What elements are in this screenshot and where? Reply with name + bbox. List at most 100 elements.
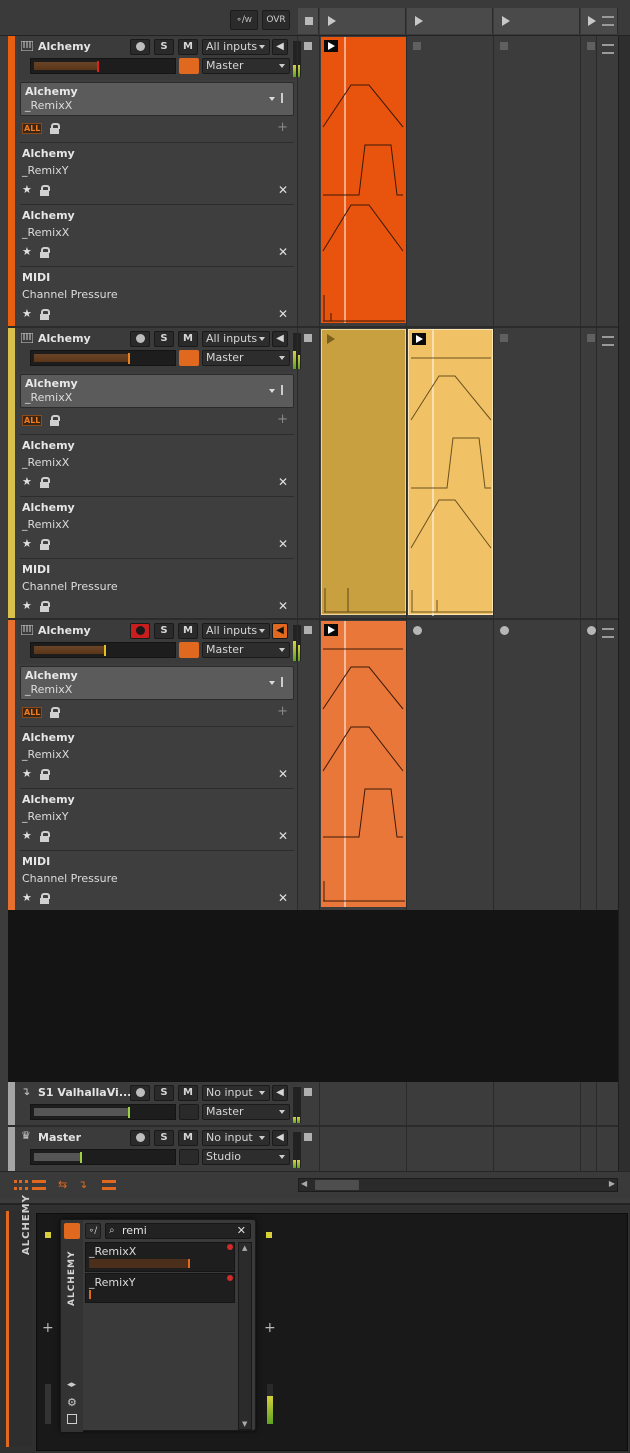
input-select[interactable]: All inputs [202, 39, 270, 55]
output-select[interactable]: Master [202, 58, 290, 74]
output-select[interactable]: Master [202, 642, 290, 658]
record-arm-button[interactable] [130, 623, 150, 639]
gear-icon[interactable]: ⚙ [67, 1396, 77, 1409]
star-icon[interactable]: ★ [22, 599, 32, 612]
scroll-down-icon[interactable]: ▼ [242, 1420, 247, 1428]
clip-track1-scene1[interactable] [321, 37, 406, 323]
track-name[interactable]: Master [38, 1131, 81, 1144]
track-1[interactable]: Alchemy S M All inputs ◀ Master Alchemy … [8, 36, 301, 326]
all-badge[interactable]: ALL [22, 415, 43, 426]
pin-icon[interactable] [281, 385, 289, 395]
close-icon[interactable]: ✕ [278, 767, 288, 781]
add-device-icon[interactable]: + [264, 1320, 276, 1336]
scene-stop-header[interactable] [298, 8, 319, 34]
right-scroll-strip[interactable] [618, 36, 630, 1171]
star-icon[interactable]: ★ [22, 767, 32, 780]
mute-button[interactable]: M [178, 623, 198, 639]
modulator-row[interactable]: Alchemy _RemixX ★ ✕ [20, 496, 294, 558]
stop-clip-button[interactable] [304, 1088, 312, 1096]
preset-browser-popup[interactable]: ALCHEMY ◂▸ ⚙ ∘∕ ⌕ remi ✕ _RemixX _RemixY… [60, 1219, 256, 1432]
volume-fader[interactable] [30, 58, 176, 74]
scene-launch-1[interactable] [320, 8, 406, 34]
mute-button[interactable]: M [178, 39, 198, 55]
monitor-button[interactable]: ◀ [272, 623, 288, 639]
arrows-icon[interactable]: ◂▸ [67, 1380, 76, 1390]
record-arm-button[interactable] [130, 331, 150, 347]
add-icon[interactable]: + [277, 120, 288, 135]
list-icon[interactable] [602, 628, 614, 638]
lock-icon[interactable] [40, 831, 50, 842]
list-view-icon[interactable] [32, 1180, 46, 1190]
solo-button[interactable]: S [154, 39, 174, 55]
search-input[interactable]: ⌕ remi ✕ [105, 1223, 251, 1239]
solo-button[interactable]: S [154, 1085, 174, 1101]
horizontal-scrollbar[interactable]: ◀ ▶ [298, 1178, 618, 1192]
modulator-row[interactable]: MIDI Channel Pressure ★ ✕ [20, 850, 294, 912]
clip-track3-scene1[interactable] [321, 621, 406, 907]
input-select[interactable]: No input [202, 1130, 270, 1146]
preset-row[interactable]: _RemixX [85, 1242, 235, 1272]
device-list-button[interactable] [179, 350, 199, 366]
device-chain-tab[interactable]: ALCHEMY [6, 1194, 32, 1447]
add-icon[interactable]: + [277, 412, 288, 427]
close-icon[interactable]: ✕ [278, 891, 288, 905]
star-icon[interactable]: ★ [22, 245, 32, 258]
close-icon[interactable]: ✕ [278, 829, 288, 843]
output-select[interactable]: Master [202, 350, 290, 366]
empty-track-area[interactable] [8, 910, 618, 1082]
star-icon[interactable]: ★ [22, 307, 32, 320]
modulator-row[interactable]: MIDI Channel Pressure ★ ✕ [20, 558, 294, 620]
link-button[interactable]: ∘∕ [85, 1223, 101, 1239]
stop-clip-button[interactable] [304, 42, 312, 50]
output-select[interactable]: Studio [202, 1149, 290, 1165]
star-icon[interactable]: ★ [22, 475, 32, 488]
empty-slot[interactable] [587, 42, 595, 50]
modulator-row[interactable]: Alchemy _RemixY ★ ✕ [20, 788, 294, 850]
lock-icon[interactable] [40, 477, 50, 488]
lock-icon[interactable] [40, 247, 50, 258]
input-select[interactable]: All inputs [202, 623, 270, 639]
list-icon[interactable] [602, 16, 614, 26]
star-icon[interactable]: ★ [22, 891, 32, 904]
write-automation-button[interactable]: ∘∕W [230, 10, 258, 30]
scroll-thumb[interactable] [315, 1180, 359, 1190]
close-icon[interactable]: ✕ [278, 307, 288, 321]
track-name[interactable]: S1 ValhallaVi... [38, 1086, 131, 1099]
scene-launch-3[interactable] [494, 8, 580, 34]
close-icon[interactable]: ✕ [278, 599, 288, 613]
lock-icon[interactable] [40, 539, 50, 550]
volume-fader[interactable] [30, 642, 176, 658]
monitor-button[interactable]: ◀ [272, 39, 288, 55]
device-list-button[interactable] [179, 58, 199, 74]
track-name[interactable]: Alchemy [38, 624, 91, 637]
return-icon[interactable]: ↴ [78, 1179, 92, 1190]
mute-button[interactable]: M [178, 1130, 198, 1146]
add-device-icon[interactable]: + [42, 1320, 54, 1336]
swap-icon[interactable]: ⇆ [58, 1179, 72, 1190]
star-icon[interactable]: ★ [22, 183, 32, 196]
list-icon[interactable] [602, 336, 614, 346]
device-list-button[interactable] [179, 642, 199, 658]
overdub-button[interactable]: OVR [262, 10, 290, 30]
chevron-down-icon[interactable] [269, 389, 275, 393]
empty-slot[interactable] [413, 42, 421, 50]
monitor-button[interactable]: ◀ [272, 1085, 288, 1101]
scroll-up-icon[interactable]: ▲ [242, 1244, 247, 1252]
lock-icon[interactable] [50, 707, 60, 718]
scene-launch-2[interactable] [407, 8, 493, 34]
device-slot[interactable]: Alchemy _RemixX [20, 82, 294, 116]
lock-icon[interactable] [50, 415, 60, 426]
all-badge[interactable]: ALL [22, 123, 43, 134]
track-3[interactable]: Alchemy S M All inputs ◀ Master Alchemy … [8, 620, 301, 912]
track-name[interactable]: Alchemy [38, 332, 91, 345]
solo-button[interactable]: S [154, 623, 174, 639]
scroll-right-icon[interactable]: ▶ [609, 1179, 615, 1188]
modulator-row[interactable]: Alchemy _RemixX ★ ✕ [20, 204, 294, 266]
record-arm-button[interactable] [130, 1085, 150, 1101]
effect-track[interactable]: ↴ S1 ValhallaVi... S M No input ◀ Master [8, 1082, 301, 1126]
grid-view-icon[interactable] [14, 1180, 28, 1190]
stop-clip-button[interactable] [304, 626, 312, 634]
list-icon[interactable] [602, 44, 614, 54]
mixer-icon[interactable] [102, 1180, 116, 1190]
camera-icon[interactable] [67, 1414, 77, 1424]
